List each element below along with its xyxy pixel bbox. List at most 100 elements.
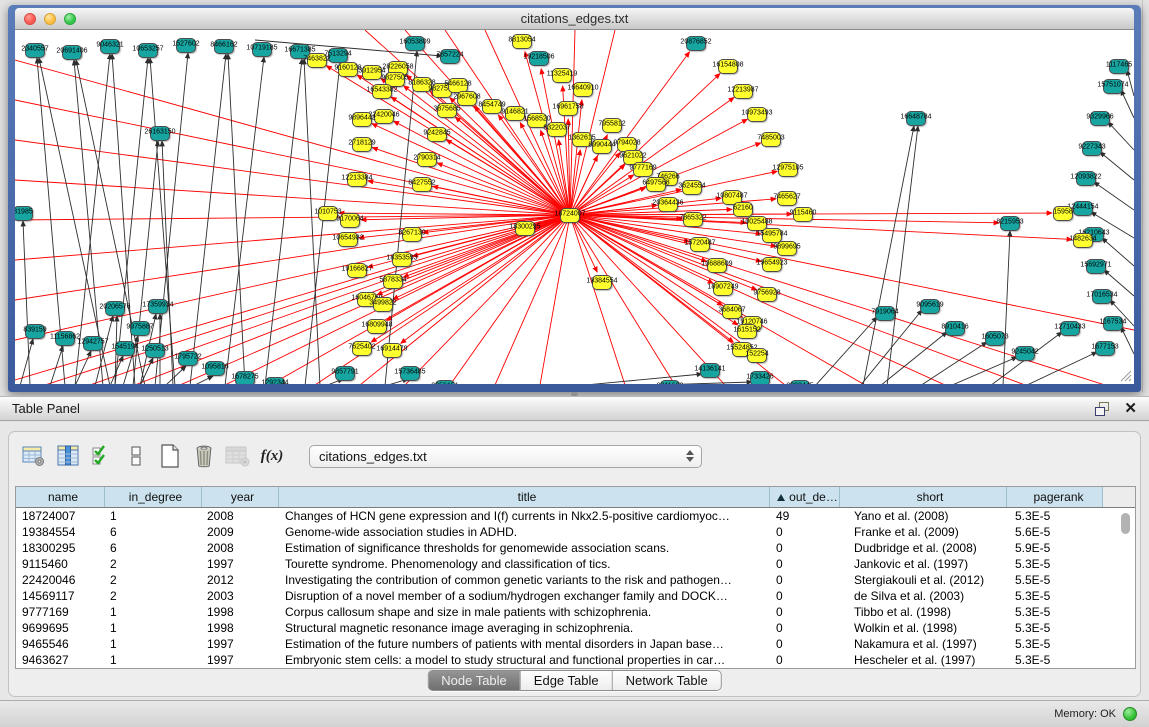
graph-node[interactable]: 18300295 [515, 221, 535, 236]
graph-node[interactable]: 10719185 [252, 42, 272, 57]
graph-node[interactable]: 12975105 [778, 162, 798, 177]
graph-node[interactable]: 9245042 [1015, 346, 1035, 361]
table-row[interactable]: 969969511998Structural magnetic resonanc… [16, 620, 1135, 636]
graph-node[interactable]: 19218506 [529, 51, 549, 66]
graph-node[interactable]: 1605073 [985, 331, 1005, 346]
column-header-in-degree[interactable]: in_degree [105, 487, 202, 507]
import-table-button[interactable] [223, 443, 253, 469]
graph-node[interactable]: 19166827 [347, 263, 367, 278]
graph-node[interactable]: 15958 [1053, 206, 1073, 221]
graph-node[interactable]: 20364436 [658, 197, 678, 212]
graph-node[interactable]: 2790314 [417, 152, 437, 167]
graph-node[interactable]: 1167534 [1103, 316, 1123, 331]
graph-node[interactable]: 7513294 [328, 48, 348, 63]
column-header-pagerank[interactable]: pagerank [1007, 487, 1103, 507]
graph-node[interactable]: 8427552 [412, 177, 432, 192]
graph-node[interactable]: 8466162 [214, 39, 234, 54]
graph-node[interactable]: 10653257 [138, 43, 158, 58]
graph-node[interactable]: 16961758 [558, 101, 578, 116]
network-table-select[interactable]: citations_edges.txt [309, 445, 702, 468]
column-header-name[interactable]: name [16, 487, 105, 507]
graph-node[interactable]: 15495784 [762, 228, 782, 243]
graph-node[interactable]: 9896442 [352, 112, 372, 127]
graph-node[interactable]: 10654982 [338, 232, 358, 247]
graph-node[interactable]: 8267130 [402, 227, 422, 242]
table-row[interactable]: 977716911998Corpus callosum shape and si… [16, 604, 1135, 620]
graph-node[interactable]: 7485003 [761, 132, 781, 147]
graph-node[interactable]: 8322037 [547, 122, 567, 137]
graph-node[interactable]: 12942757 [83, 336, 103, 351]
graph-node[interactable]: 17016534 [1092, 289, 1112, 304]
graph-node[interactable]: 5878334 [383, 274, 403, 289]
graph-node[interactable]: 2092445 [790, 380, 810, 385]
graph-node[interactable]: 1678275 [235, 371, 255, 385]
column-header-short[interactable]: short [840, 487, 1007, 507]
tab-node-table[interactable]: Node Table [428, 671, 520, 690]
graph-node[interactable]: 2340557 [25, 43, 45, 58]
graph-node[interactable]: 9227343 [1082, 141, 1102, 156]
graph-node[interactable]: 16720487 [690, 237, 710, 252]
graph-node[interactable]: 1095816 [205, 361, 225, 376]
table-settings-button[interactable] [19, 443, 49, 469]
graph-node[interactable]: 3912954 [362, 65, 382, 80]
graph-node[interactable]: 12093822 [1076, 171, 1096, 186]
graph-node[interactable]: 26163150 [150, 126, 170, 141]
tab-network-table[interactable]: Network Table [612, 671, 721, 690]
graph-node[interactable]: 2718129 [352, 137, 372, 152]
graph-node[interactable]: 15751074 [1103, 79, 1123, 94]
graph-node[interactable]: 1615152 [737, 324, 757, 339]
close-panel-icon[interactable]: ✕ [1124, 401, 1137, 416]
graph-node[interactable]: 16914479 [382, 343, 402, 358]
graph-node[interactable]: 22420046 [374, 109, 394, 124]
graph-node[interactable]: 17359934 [148, 299, 168, 314]
graph-node[interactable]: 9777169 [633, 162, 653, 177]
graph-node[interactable]: 20206576 [105, 301, 125, 316]
float-panel-icon[interactable] [1095, 402, 1110, 416]
network-view-window[interactable]: citations_edges.txt 23405572069140690463… [8, 5, 1141, 392]
graph-node[interactable]: 7625402 [352, 341, 372, 356]
graph-node[interactable]: 16053809 [405, 36, 425, 51]
row-height-button[interactable] [121, 443, 151, 469]
graph-node[interactable]: 14136141 [700, 363, 720, 378]
graph-node[interactable]: 31985 [15, 206, 33, 221]
graph-node[interactable]: 9857791 [335, 366, 355, 381]
graph-node[interactable]: 12213384 [347, 172, 367, 187]
graph-node[interactable]: 18353593 [392, 252, 412, 267]
graph-node[interactable]: 1250513 [145, 343, 165, 358]
table-row[interactable]: 1872400712008Changes of HCN gene express… [16, 508, 1135, 524]
graph-node[interactable]: 10688609 [707, 258, 727, 273]
graph-node[interactable]: 8454749 [482, 99, 502, 114]
graph-node[interactable]: 15736485 [400, 366, 420, 381]
table-row[interactable]: 1456911722003Disruption of a novel membe… [16, 588, 1135, 604]
graph-node[interactable]: 9242845 [427, 127, 447, 142]
graph-node[interactable]: 16154808 [718, 59, 738, 74]
graph-node[interactable]: 1795722 [178, 351, 198, 366]
graph-node[interactable]: 1545194 [115, 341, 135, 356]
delete-table-button[interactable] [189, 443, 219, 469]
graph-node[interactable]: 7857224 [440, 49, 460, 64]
graph-node[interactable]: 7463822 [307, 53, 327, 68]
graph-node[interactable]: 12213987 [733, 84, 753, 99]
column-header-out-de-[interactable]: out_de… [770, 487, 840, 507]
graph-node[interactable]: 10973493 [747, 107, 767, 122]
graph-node[interactable]: 9975887 [130, 321, 150, 336]
graph-node[interactable]: 3684067 [722, 304, 742, 319]
graph-node[interactable]: 3499822 [373, 297, 393, 312]
graph-node[interactable]: 8990444 [592, 139, 612, 154]
graph-node[interactable]: 9329966 [1090, 111, 1110, 126]
graph-node[interactable]: 16809948 [367, 319, 387, 334]
graph-node[interactable]: 16640910 [573, 82, 593, 97]
graph-node[interactable]: 1677153 [1095, 341, 1115, 356]
graph-node[interactable]: 1117465 [1109, 59, 1129, 74]
graph-node[interactable]: 8186328 [412, 77, 432, 92]
column-header-year[interactable]: year [202, 487, 279, 507]
table-row[interactable]: 946362711997Embryonic stem cells: a mode… [16, 652, 1135, 668]
graph-node[interactable]: 9146821 [505, 106, 525, 121]
graph-node[interactable]: 7465627 [777, 191, 797, 206]
graph-node[interactable]: 1527602 [176, 38, 196, 53]
minimize-window-icon[interactable] [44, 13, 56, 25]
graph-node[interactable]: 16543382 [372, 84, 392, 99]
graph-node[interactable]: 9056151 [435, 380, 455, 385]
graph-node[interactable]: 1292344 [265, 377, 285, 385]
table-scrollbar[interactable] [1121, 513, 1130, 534]
